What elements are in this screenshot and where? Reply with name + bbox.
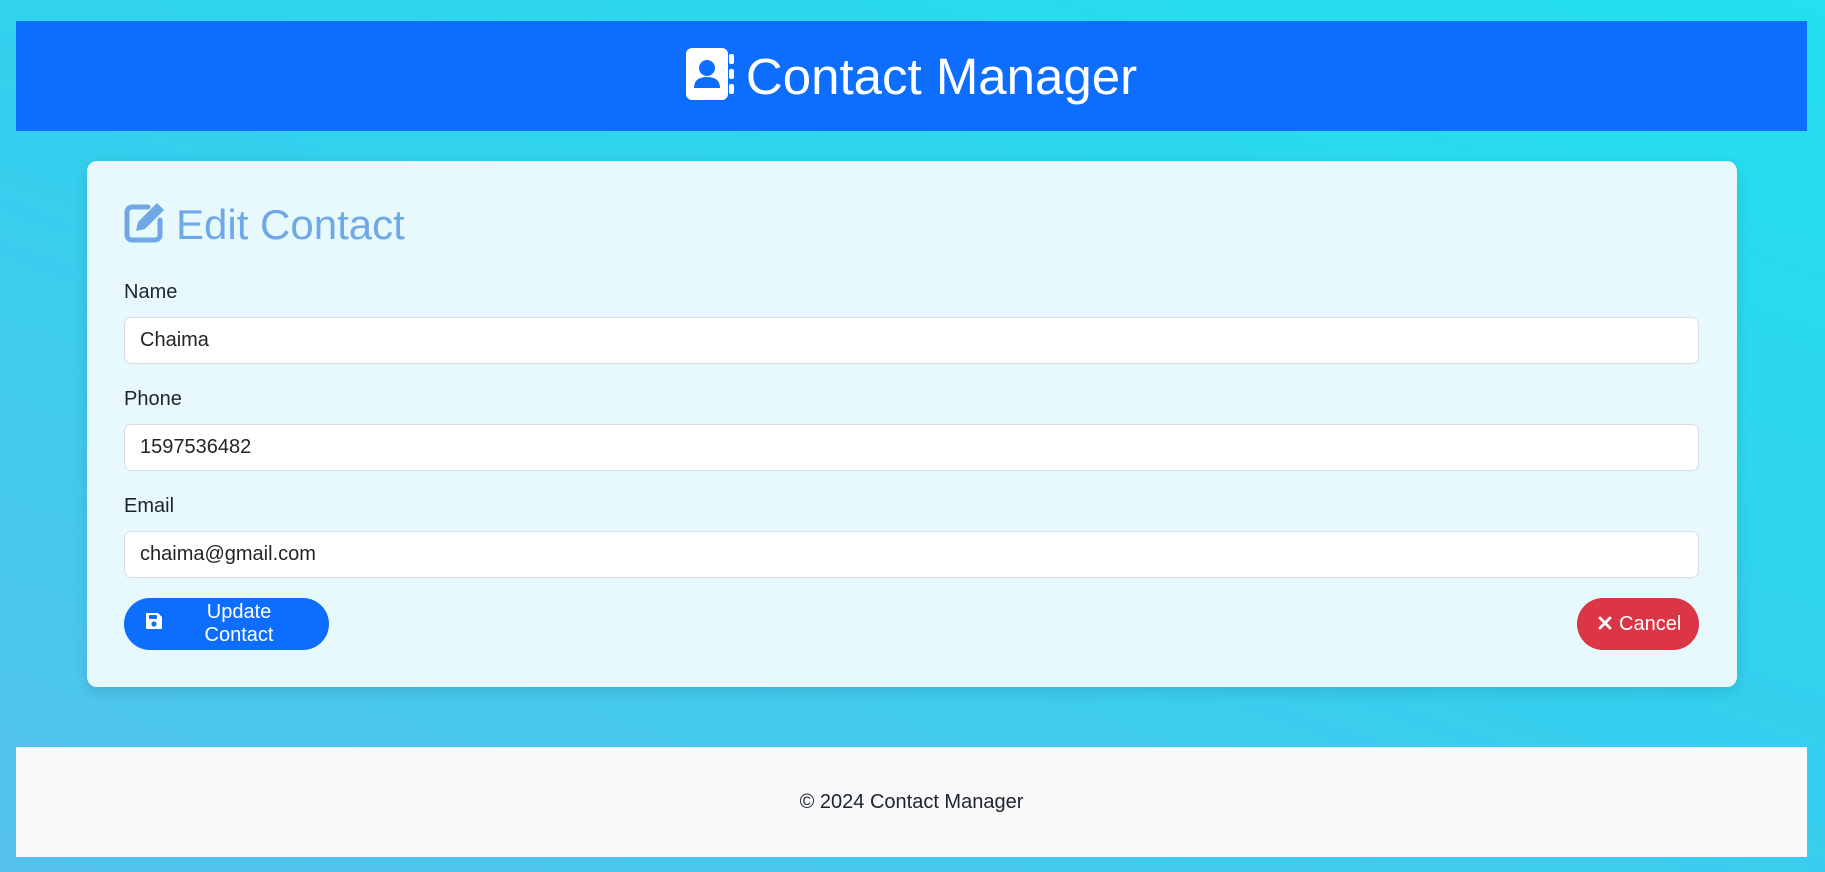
header-brand: Contact Manager [685, 47, 1138, 105]
save-icon [145, 612, 163, 636]
update-contact-button[interactable]: Update Contact [124, 598, 329, 650]
cancel-label: Cancel [1619, 612, 1682, 635]
cancel-button[interactable]: Cancel [1577, 598, 1699, 650]
email-label: Email [124, 495, 175, 517]
name-label: Name [124, 281, 178, 303]
phone-input[interactable] [124, 424, 1699, 471]
card-title-text: Edit Contact [176, 200, 405, 248]
phone-label: Phone [124, 388, 182, 410]
app-title: Contact Manager [745, 47, 1138, 105]
name-input[interactable] [124, 317, 1699, 364]
address-book-icon [685, 47, 734, 105]
app-header: Contact Manager [16, 21, 1807, 131]
app-footer: © 2024 Contact Manager [16, 747, 1807, 857]
edit-contact-card: Edit Contact Name Phone Email Update Con… [87, 161, 1737, 687]
update-contact-label: Update Contact [204, 601, 274, 646]
edit-icon [124, 201, 166, 248]
footer-text: © 2024 Contact Manager [799, 790, 1024, 813]
email-input[interactable] [124, 531, 1699, 578]
close-icon [1598, 613, 1612, 636]
card-title: Edit Contact [124, 201, 405, 248]
